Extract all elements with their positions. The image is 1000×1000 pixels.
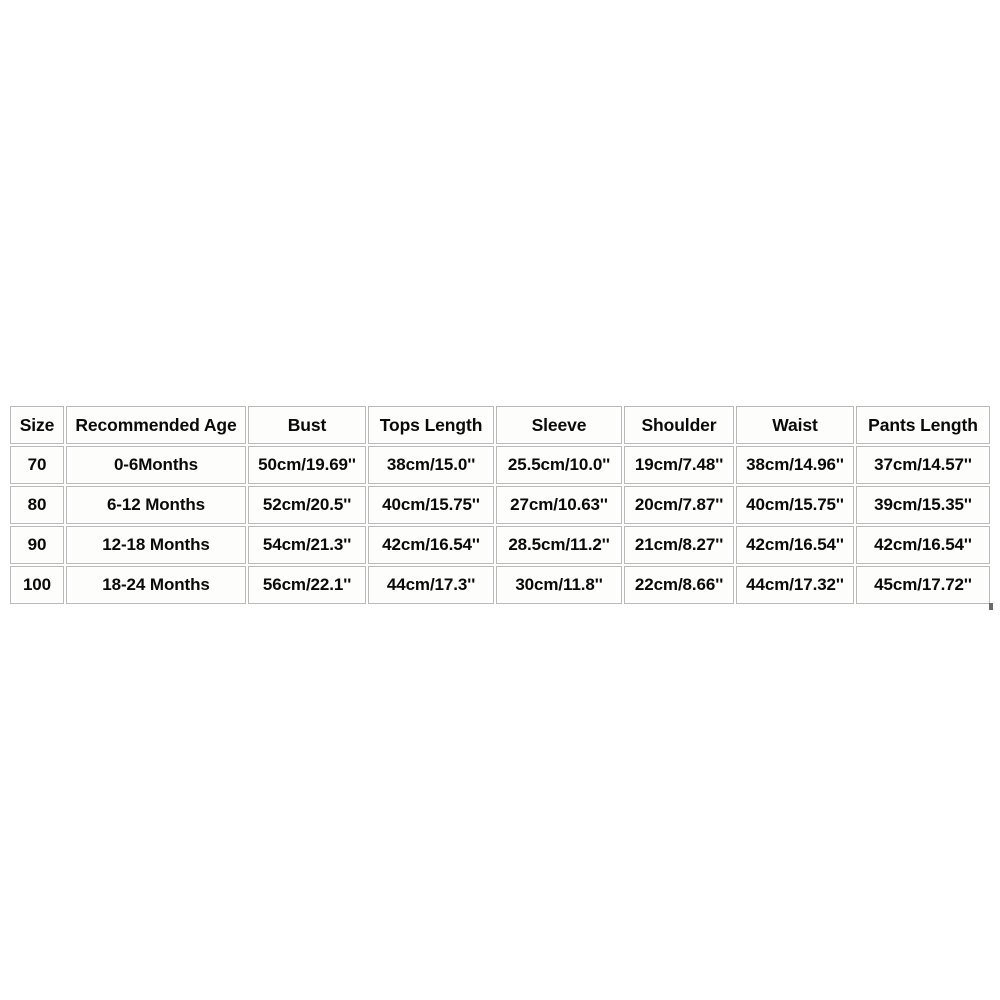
cell-bust: 50cm/19.69'' <box>248 446 366 484</box>
cell-pants-length: 45cm/17.72'' <box>856 566 990 604</box>
cell-waist: 38cm/14.96'' <box>736 446 854 484</box>
cell-sleeve: 28.5cm/11.2'' <box>496 526 622 564</box>
cell-sleeve: 27cm/10.63'' <box>496 486 622 524</box>
column-header-tops-length: Tops Length <box>368 406 494 444</box>
cell-bust: 54cm/21.3'' <box>248 526 366 564</box>
cell-size: 100 <box>10 566 64 604</box>
cell-bust: 56cm/22.1'' <box>248 566 366 604</box>
column-header-pants-length: Pants Length <box>856 406 990 444</box>
cell-tops-length: 40cm/15.75'' <box>368 486 494 524</box>
cell-size: 70 <box>10 446 64 484</box>
cell-waist: 40cm/15.75'' <box>736 486 854 524</box>
column-header-size: Size <box>10 406 64 444</box>
cell-size: 80 <box>10 486 64 524</box>
cell-tops-length: 44cm/17.3'' <box>368 566 494 604</box>
cell-sleeve: 30cm/11.8'' <box>496 566 622 604</box>
cell-shoulder: 22cm/8.66'' <box>624 566 734 604</box>
cell-pants-length: 37cm/14.57'' <box>856 446 990 484</box>
cell-waist: 44cm/17.32'' <box>736 566 854 604</box>
header-row: Size Recommended Age Bust Tops Length Sl… <box>10 406 990 444</box>
table-row: 80 6-12 Months 52cm/20.5'' 40cm/15.75'' … <box>10 486 990 524</box>
cell-waist: 42cm/16.54'' <box>736 526 854 564</box>
cell-bust: 52cm/20.5'' <box>248 486 366 524</box>
image-artifact-mark <box>989 603 993 610</box>
cell-shoulder: 21cm/8.27'' <box>624 526 734 564</box>
table-row: 100 18-24 Months 56cm/22.1'' 44cm/17.3''… <box>10 566 990 604</box>
column-header-sleeve: Sleeve <box>496 406 622 444</box>
cell-pants-length: 39cm/15.35'' <box>856 486 990 524</box>
table-row: 70 0-6Months 50cm/19.69'' 38cm/15.0'' 25… <box>10 446 990 484</box>
cell-recommended-age: 0-6Months <box>66 446 246 484</box>
column-header-bust: Bust <box>248 406 366 444</box>
cell-tops-length: 38cm/15.0'' <box>368 446 494 484</box>
column-header-shoulder: Shoulder <box>624 406 734 444</box>
table-header: Size Recommended Age Bust Tops Length Sl… <box>10 406 990 444</box>
cell-shoulder: 19cm/7.48'' <box>624 446 734 484</box>
table-body: 70 0-6Months 50cm/19.69'' 38cm/15.0'' 25… <box>10 446 990 604</box>
cell-sleeve: 25.5cm/10.0'' <box>496 446 622 484</box>
cell-pants-length: 42cm/16.54'' <box>856 526 990 564</box>
column-header-recommended-age: Recommended Age <box>66 406 246 444</box>
cell-recommended-age: 6-12 Months <box>66 486 246 524</box>
cell-tops-length: 42cm/16.54'' <box>368 526 494 564</box>
cell-recommended-age: 18-24 Months <box>66 566 246 604</box>
size-chart-table: Size Recommended Age Bust Tops Length Sl… <box>8 404 992 606</box>
cell-size: 90 <box>10 526 64 564</box>
size-chart-container: Size Recommended Age Bust Tops Length Sl… <box>8 404 992 606</box>
table-row: 90 12-18 Months 54cm/21.3'' 42cm/16.54''… <box>10 526 990 564</box>
column-header-waist: Waist <box>736 406 854 444</box>
cell-recommended-age: 12-18 Months <box>66 526 246 564</box>
cell-shoulder: 20cm/7.87'' <box>624 486 734 524</box>
